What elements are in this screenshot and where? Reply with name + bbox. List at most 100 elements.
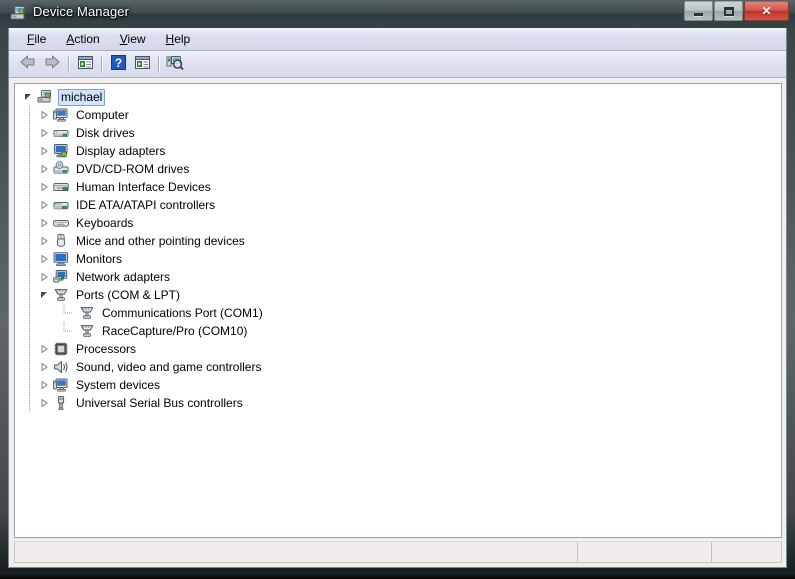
tree-node-label[interactable]: Network adapters: [74, 269, 172, 286]
tree-guide-line: [29, 268, 30, 286]
tree-children-container: Computer Disk drives Display adapters DV…: [15, 106, 781, 412]
expander-expand-icon[interactable]: [37, 394, 53, 412]
tree-node-label[interactable]: Mice and other pointing devices: [74, 233, 247, 250]
tree-node-label[interactable]: Monitors: [74, 251, 124, 268]
tree-node[interactable]: IDE ATA/ATAPI controllers: [15, 196, 781, 214]
close-icon: ✕: [761, 4, 772, 18]
computer-icon: [53, 107, 69, 123]
tree-guide-line: [29, 178, 30, 196]
toolbar-separator: [68, 56, 69, 73]
tree-node[interactable]: Universal Serial Bus controllers: [15, 394, 781, 412]
svg-text:?: ?: [114, 56, 121, 70]
expander-expand-icon[interactable]: [37, 358, 53, 376]
tree-guide-line: [29, 286, 30, 304]
expander-expand-icon[interactable]: [37, 178, 53, 196]
close-button[interactable]: ✕: [744, 1, 789, 21]
maximize-button[interactable]: [714, 1, 743, 21]
status-pane-message: [15, 542, 577, 562]
tree-node[interactable]: Display adapters: [15, 142, 781, 160]
tree-node-label[interactable]: RaceCapture/Pro (COM10): [100, 323, 249, 340]
console-tree-icon: [77, 55, 94, 75]
expander-expand-icon[interactable]: [37, 142, 53, 160]
tree-node-label[interactable]: DVD/CD-ROM drives: [74, 161, 191, 178]
tree-guide-line: [29, 232, 30, 250]
expander-collapse-icon[interactable]: [37, 286, 53, 304]
hid-icon: [53, 179, 69, 195]
title-bar[interactable]: Device Manager ✕: [0, 0, 795, 28]
tree-node-label[interactable]: Display adapters: [74, 143, 167, 160]
back-button[interactable]: [16, 54, 40, 76]
expander-expand-icon[interactable]: [37, 106, 53, 124]
tree-node-label[interactable]: System devices: [74, 377, 162, 394]
minimize-icon: [685, 2, 712, 20]
expander-expand-icon[interactable]: [37, 124, 53, 142]
tree-node-label[interactable]: michael: [58, 88, 106, 106]
help-button[interactable]: ?: [106, 54, 130, 76]
usb-icon: [53, 395, 69, 411]
tree-node[interactable]: Human Interface Devices: [15, 178, 781, 196]
tree-node-label[interactable]: Sound, video and game controllers: [74, 359, 263, 376]
tree-node-label[interactable]: Universal Serial Bus controllers: [74, 395, 245, 412]
forward-arrow-icon: [43, 54, 61, 75]
tree-node-label[interactable]: IDE ATA/ATAPI controllers: [74, 197, 217, 214]
menu-view[interactable]: View: [110, 30, 156, 49]
expander-expand-icon[interactable]: [37, 376, 53, 394]
expander-expand-icon[interactable]: [37, 232, 53, 250]
tree-node-label[interactable]: Keyboards: [74, 215, 135, 232]
tree-node[interactable]: Processors: [15, 340, 781, 358]
tree-node[interactable]: Disk drives: [15, 124, 781, 142]
tree-node-label[interactable]: Human Interface Devices: [74, 179, 213, 196]
expander-expand-icon[interactable]: [37, 160, 53, 178]
tree-node-label[interactable]: Processors: [74, 341, 138, 358]
tree-node[interactable]: Keyboards: [15, 214, 781, 232]
network-adapter-icon: [53, 269, 69, 285]
expander-collapse-icon[interactable]: [21, 88, 37, 106]
expander-expand-icon[interactable]: [37, 196, 53, 214]
tree-guide-line: [29, 250, 30, 268]
tree-node[interactable]: Monitors: [15, 250, 781, 268]
tree-guide-line: [29, 322, 30, 340]
scan-for-hardware-changes-button[interactable]: [163, 54, 187, 76]
menu-help[interactable]: Help: [156, 30, 201, 49]
tree-node[interactable]: Network adapters: [15, 268, 781, 286]
back-arrow-icon: [19, 54, 37, 75]
port-icon: [79, 323, 95, 339]
tree-node[interactable]: Communications Port (COM1): [15, 304, 781, 322]
tree-node[interactable]: Mice and other pointing devices: [15, 232, 781, 250]
tree-node-label[interactable]: Ports (COM & LPT): [74, 287, 182, 304]
scan-hardware-icon: [166, 54, 184, 75]
forward-button[interactable]: [40, 54, 64, 76]
properties-button[interactable]: [130, 54, 154, 76]
tree-node[interactable]: DVD/CD-ROM drives: [15, 160, 781, 178]
ide-controller-icon: [53, 197, 69, 213]
menu-action[interactable]: Action: [56, 30, 109, 49]
tree-node[interactable]: Computer: [15, 106, 781, 124]
tree-node[interactable]: RaceCapture/Pro (COM10): [15, 322, 781, 340]
tree-node[interactable]: System devices: [15, 376, 781, 394]
expander-expand-icon[interactable]: [37, 340, 53, 358]
tree-node-label[interactable]: Disk drives: [74, 125, 137, 142]
status-bar: [14, 541, 782, 563]
tree-node-label[interactable]: Communications Port (COM1): [100, 305, 265, 322]
tree-guide-line: [29, 214, 30, 232]
window-title: Device Manager: [33, 4, 130, 19]
tree-guide-line: [29, 106, 30, 124]
monitor-icon: [53, 251, 69, 267]
tree-node[interactable]: Ports (COM & LPT): [15, 286, 781, 304]
show-hide-console-tree-button[interactable]: [73, 54, 97, 76]
expander-expand-icon[interactable]: [37, 214, 53, 232]
system-device-icon: [53, 377, 69, 393]
question-mark-icon: ?: [110, 54, 126, 75]
tree-node-label[interactable]: Computer: [74, 107, 131, 124]
tree-guide-line: [29, 142, 30, 160]
expander-expand-icon[interactable]: [37, 268, 53, 286]
minimize-button[interactable]: [684, 1, 713, 21]
expander-expand-icon[interactable]: [37, 250, 53, 268]
menu-file[interactable]: File: [17, 30, 56, 49]
toolbar-separator: [158, 56, 159, 73]
tree-node[interactable]: Sound, video and game controllers: [15, 358, 781, 376]
tree-node-root[interactable]: michael: [15, 88, 781, 106]
disk-drive-icon: [53, 125, 69, 141]
processor-icon: [53, 341, 69, 357]
device-tree[interactable]: michael Computer Disk drives Display ada…: [14, 83, 782, 538]
